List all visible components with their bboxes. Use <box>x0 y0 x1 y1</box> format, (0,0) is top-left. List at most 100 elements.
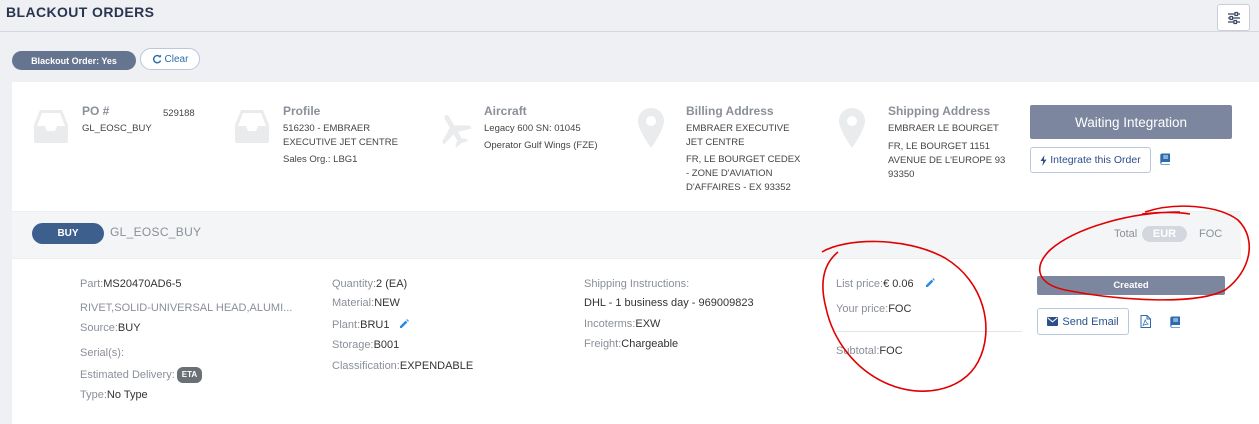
type-label: Type: <box>80 389 107 401</box>
material-label: Material: <box>332 297 375 309</box>
inbox-tray-icon <box>34 110 68 143</box>
shipping-instructions-value: DHL - 1 business day - 969009823 <box>584 297 754 309</box>
edit-plant-pencil-icon[interactable] <box>399 319 409 329</box>
list-price-field: List price:€ 0.06 <box>836 277 935 291</box>
integrate-order-button[interactable]: Integrate this Order <box>1030 147 1151 173</box>
estimated-delivery-label: Estimated Delivery: <box>80 369 175 381</box>
edit-price-pencil-icon[interactable] <box>925 278 935 288</box>
filter-chip-blackout[interactable]: Blackout Order: Yes <box>12 51 136 70</box>
inbox-tray-icon <box>235 110 269 143</box>
map-pin-icon <box>638 108 664 148</box>
storage-label: Storage: <box>332 339 374 351</box>
clear-label: Clear <box>164 53 189 65</box>
source-label: Source: <box>80 322 118 334</box>
po-code: GL_EOSC_BUY <box>82 123 152 134</box>
shipping-instructions-label: Shipping Instructions: <box>584 278 690 290</box>
storage-field: Storage:B001 <box>332 338 399 352</box>
incoterms-label: Incoterms: <box>584 318 636 330</box>
type-value: No Type <box>106 389 148 401</box>
shipping-line: 93350 <box>888 169 915 180</box>
po-number: 529188 <box>163 108 195 119</box>
material-value: NEW <box>374 297 400 309</box>
your-price-field: Your price:FOC <box>836 302 911 316</box>
send-email-button[interactable]: Send Email <box>1037 308 1129 335</box>
envelope-icon <box>1047 317 1059 326</box>
estimated-delivery-field: Estimated Delivery: ETA <box>80 367 203 383</box>
serials-field: Serial(s): <box>80 346 124 360</box>
subtotal-label: Subtotal: <box>836 345 880 357</box>
part-description: RIVET,SOLID-UNIVERSAL HEAD,ALUMI... <box>80 302 293 314</box>
profile-sales-org: Sales Org.: LBG1 <box>283 154 358 165</box>
bolt-icon <box>1040 154 1047 166</box>
shipping-line: FR, LE BOURGET 1151 <box>888 141 991 152</box>
aircraft-title: Aircraft <box>484 104 527 118</box>
send-email-label: Send Email <box>1062 315 1119 328</box>
profile-line: EXECUTIVE JET CENTRE <box>283 137 398 148</box>
total-label: Total <box>1114 228 1138 240</box>
source-value: BUY <box>117 322 141 334</box>
material-field: Material:NEW <box>332 296 400 310</box>
serials-label: Serial(s): <box>80 347 125 359</box>
part-label: Part: <box>80 278 104 290</box>
billing-line: FR, LE BOURGET CEDEX <box>686 154 801 165</box>
airplane-icon <box>442 114 472 148</box>
type-field: Type:No Type <box>80 388 148 402</box>
freight-field: Freight:Chargeable <box>584 337 678 351</box>
eta-badge: ETA <box>176 367 203 383</box>
shipping-title: Shipping Address <box>888 104 991 118</box>
quantity-label: Quantity: <box>332 278 377 290</box>
shipping-line: EMBRAER LE BOURGET <box>888 123 999 134</box>
po-title: PO # <box>82 104 110 118</box>
total-value: FOC <box>1199 228 1223 240</box>
order-type-pill: BUY <box>32 223 104 244</box>
quantity-value: 2 (EA) <box>376 278 408 290</box>
subtotal-value: FOC <box>879 345 903 357</box>
plant-field: Plant:BRU1 <box>332 318 409 332</box>
title-divider <box>0 31 1259 32</box>
section-order-code: GL_EOSC_BUY <box>110 225 202 239</box>
line-status-badge: Created <box>1037 276 1225 295</box>
book-icon[interactable] <box>1170 316 1181 328</box>
aircraft-operator: Operator Gulf Wings (FZE) <box>484 140 598 151</box>
part-field: Part:MS20470AD6-5 <box>80 277 182 291</box>
plant-value: BRU1 <box>360 319 390 331</box>
list-price-value: € 0.06 <box>883 278 914 290</box>
integrate-label: Integrate this Order <box>1050 154 1141 166</box>
refresh-icon <box>152 54 161 64</box>
source-field: Source:BUY <box>80 321 141 335</box>
currency-toggle-eur[interactable]: EUR <box>1142 226 1187 242</box>
billing-line: - ZONE D'AVIATION <box>686 168 773 179</box>
your-price-label: Your price: <box>836 303 889 315</box>
profile-line: 516230 - EMBRAER <box>283 123 371 134</box>
part-value: MS20470AD6-5 <box>103 278 182 290</box>
classification-label: Classification: <box>332 360 400 372</box>
pdf-file-icon[interactable] <box>1140 315 1151 328</box>
profile-title: Profile <box>283 104 321 118</box>
billing-line: EMBRAER EXECUTIVE <box>686 123 790 134</box>
subtotal-field: Subtotal:FOC <box>836 344 903 358</box>
settings-button[interactable] <box>1217 4 1250 31</box>
price-divider <box>836 331 1022 332</box>
waiting-integration-button[interactable]: Waiting Integration <box>1030 105 1232 139</box>
billing-title: Billing Address <box>686 104 774 118</box>
freight-label: Freight: <box>584 338 622 350</box>
incoterms-value: EXW <box>635 318 661 330</box>
billing-line: JET CENTRE <box>686 137 745 148</box>
book-icon[interactable] <box>1160 153 1171 165</box>
page-title: BLACKOUT ORDERS <box>6 4 155 20</box>
list-price-label: List price: <box>836 278 884 290</box>
map-pin-icon <box>839 108 865 148</box>
your-price-value: FOC <box>888 303 912 315</box>
clear-filters-button[interactable]: Clear <box>140 48 200 70</box>
storage-value: B001 <box>373 339 400 351</box>
incoterms-field: Incoterms:EXW <box>584 317 660 331</box>
shipping-line: AVENUE DE L'EUROPE 93 <box>888 155 1006 166</box>
freight-value: Chargeable <box>621 338 679 350</box>
quantity-field: Quantity:2 (EA) <box>332 277 407 291</box>
plant-label: Plant: <box>332 319 361 331</box>
aircraft-line: Legacy 600 SN: 01045 <box>484 123 581 134</box>
classification-value: EXPENDABLE <box>399 360 474 372</box>
classification-field: Classification:EXPENDABLE <box>332 359 473 373</box>
billing-line: D'AFFAIRES - EX 93352 <box>686 182 791 193</box>
settings-sliders-icon <box>1227 11 1240 24</box>
